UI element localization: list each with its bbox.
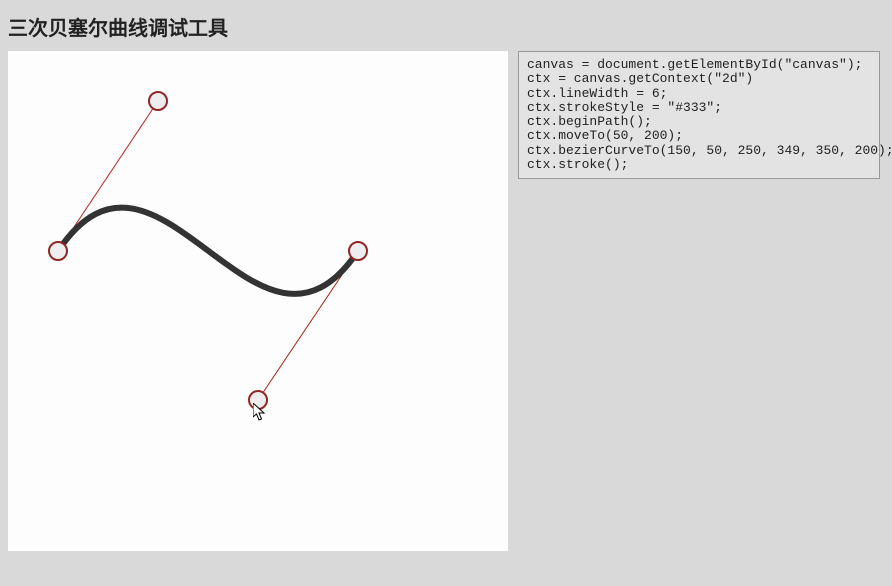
- main-layout: canvas = document.getElementById("canvas…: [0, 51, 892, 551]
- code-panel: canvas = document.getElementById("canvas…: [518, 51, 880, 551]
- handle-control-2[interactable]: [248, 390, 268, 410]
- bezier-canvas[interactable]: [8, 51, 508, 551]
- app-title: 三次贝塞尔曲线调试工具: [8, 12, 884, 41]
- app-header: 三次贝塞尔曲线调试工具: [0, 0, 892, 51]
- code-output: canvas = document.getElementById("canvas…: [518, 51, 880, 179]
- handle-start-point[interactable]: [48, 241, 68, 261]
- bezier-curve: [58, 208, 358, 294]
- handle-control-1[interactable]: [148, 91, 168, 111]
- curve-svg: [8, 51, 508, 551]
- handle-end-point[interactable]: [348, 241, 368, 261]
